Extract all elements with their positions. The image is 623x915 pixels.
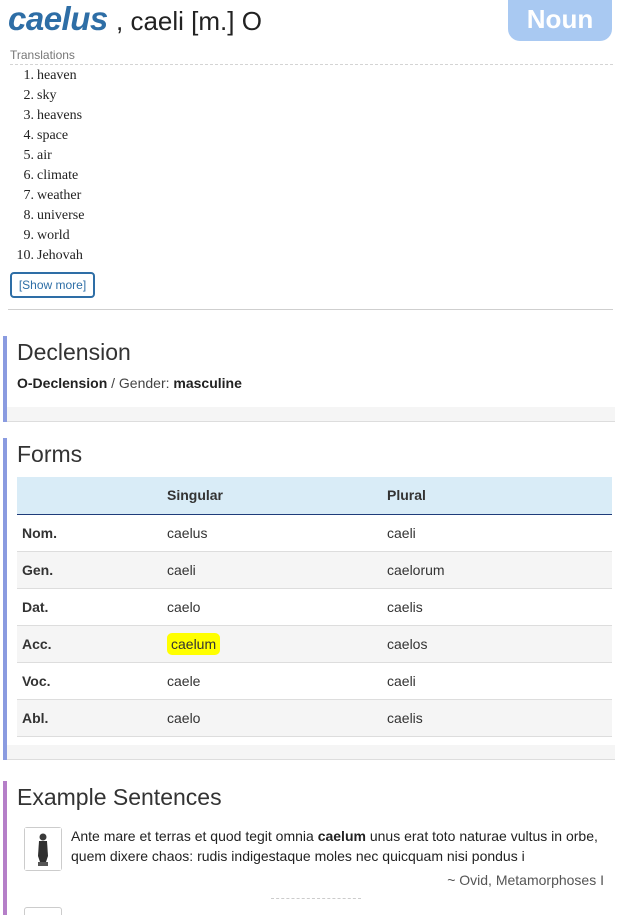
forms-table-row: Dat. caelo caelis: [17, 588, 612, 626]
translation-number: 6.: [23, 168, 35, 183]
singular-form: caeli: [167, 561, 196, 578]
translation-item: 4. space: [0, 126, 300, 146]
singular-form: caelo: [167, 598, 201, 615]
plural-form: caeli: [387, 662, 612, 700]
translation-number: 10.: [16, 248, 35, 263]
statue-icon-graphic: [25, 828, 61, 870]
forms-section: Forms Singular Plural Nom. caelus caeli Gen…: [3, 438, 615, 760]
singular-form-cell: caeli: [167, 551, 387, 589]
translation-item: 6. climate: [0, 166, 300, 186]
forms-table-row: Abl. caelo caelis: [17, 699, 612, 737]
case-label: Abl.: [17, 699, 167, 737]
case-label: Dat.: [17, 588, 167, 626]
sentence-keyword: caelum: [317, 828, 366, 844]
translation-number: 9.: [23, 228, 35, 243]
plural-form: caelis: [387, 588, 612, 626]
gender-value: masculine: [173, 375, 242, 391]
translation-text: Jehovah: [37, 248, 83, 263]
declension-name: O-Declension: [17, 375, 108, 391]
singular-form-cell: caelus: [167, 514, 387, 552]
highlighted-singular-form: caelum: [167, 632, 221, 655]
translation-item: 1. heaven: [0, 66, 300, 86]
translation-text: world: [37, 228, 70, 243]
forms-table-header-row: Singular Plural: [17, 477, 612, 515]
singular-form: caele: [167, 672, 201, 689]
singular-form: caelus: [167, 524, 208, 541]
forms-table-row: Gen. caeli caelorum: [17, 551, 612, 589]
declension-title: Declension: [17, 339, 131, 365]
translation-item: 2. sky: [0, 86, 300, 106]
header-plural: Plural: [387, 477, 612, 515]
translation-number: 3.: [23, 108, 35, 123]
translation-number: 5.: [23, 148, 35, 163]
translation-number: 1.: [23, 68, 35, 83]
example-sentence: Ante mare et terras et quod tegit omnia …: [71, 826, 611, 866]
translations-label: Translations: [10, 48, 613, 65]
singular-form: caelo: [167, 709, 201, 726]
case-label: Acc.: [17, 625, 167, 663]
examples-section: Example Sentences Ante mare et terras et…: [3, 781, 615, 915]
translation-text: heaven: [37, 68, 77, 83]
translation-item: 9. world: [0, 226, 300, 246]
forms-table-row: Acc. caelum caelos: [17, 625, 612, 663]
case-label: Voc.: [17, 662, 167, 700]
part-of-speech-badge: Noun: [508, 0, 612, 41]
translation-item: 10. Jehovah: [0, 246, 300, 266]
section-footer-strip: [7, 745, 615, 760]
translation-text: heavens: [37, 108, 83, 123]
example-thumbnail-icon[interactable]: [24, 907, 62, 915]
declension-section: Declension O-Declension / Gender: mascul…: [3, 336, 615, 422]
sentence-text-before: Ante mare et terras et quod tegit omnia: [71, 828, 318, 844]
translations-list: 1. heaven 2. sky 3. heavens 4. space 5. air 6. clim…: [0, 66, 300, 266]
header-case: [17, 477, 167, 515]
forms-table-row: Nom. caelus caeli: [17, 514, 612, 552]
singular-form-cell: caele: [167, 662, 387, 700]
lemma-title: caelus: [8, 0, 108, 37]
header-singular: Singular: [167, 477, 387, 515]
section-accent-bar: [3, 438, 7, 760]
translation-text: universe: [37, 208, 85, 223]
declension-info: O-Declension / Gender: masculine: [17, 375, 242, 391]
forms-title: Forms: [17, 441, 83, 467]
gender-label: / Gender:: [107, 375, 174, 391]
translation-item: 8. universe: [0, 206, 300, 226]
translation-number: 8.: [23, 208, 35, 223]
translation-item: 5. air: [0, 146, 300, 166]
singular-form-cell: caelo: [167, 699, 387, 737]
translation-text: weather: [37, 188, 82, 203]
case-label: Gen.: [17, 551, 167, 589]
forms-table: Singular Plural Nom. caelus caeli Gen. caeli…: [17, 477, 612, 737]
translation-text: climate: [37, 168, 79, 183]
translation-number: 7.: [23, 188, 35, 203]
case-label: Nom.: [17, 514, 167, 552]
entry-header: caelus , caeli [m.] O Noun: [0, 0, 623, 46]
section-accent-bar: [3, 781, 7, 915]
example-separator: [271, 898, 361, 899]
examples-title: Example Sentences: [17, 784, 222, 810]
translation-number: 4.: [23, 128, 35, 143]
show-more-button[interactable]: [Show more]: [10, 272, 95, 298]
plural-form: caeli: [387, 514, 612, 552]
translation-text: space: [37, 128, 69, 143]
lemma-principal-parts: , caeli [m.] O: [116, 6, 262, 36]
divider: [8, 309, 613, 310]
translation-number: 2.: [23, 88, 35, 103]
translation-item: 7. weather: [0, 186, 300, 206]
translation-text: air: [37, 148, 52, 163]
singular-form-cell: caelo: [167, 588, 387, 626]
sentence-attribution[interactable]: ~ Ovid, Metamorphoses I: [447, 872, 604, 888]
singular-form-cell: caelum: [167, 625, 387, 663]
translation-item: 3. heavens: [0, 106, 300, 126]
forms-table-row: Voc. caele caeli: [17, 662, 612, 700]
statue-thumbnail-icon[interactable]: [24, 827, 62, 871]
plural-form: caelos: [387, 625, 612, 663]
plural-form: caelis: [387, 699, 612, 737]
section-footer-strip: [7, 407, 615, 422]
plural-form: caelorum: [387, 551, 612, 589]
translation-text: sky: [37, 88, 57, 103]
